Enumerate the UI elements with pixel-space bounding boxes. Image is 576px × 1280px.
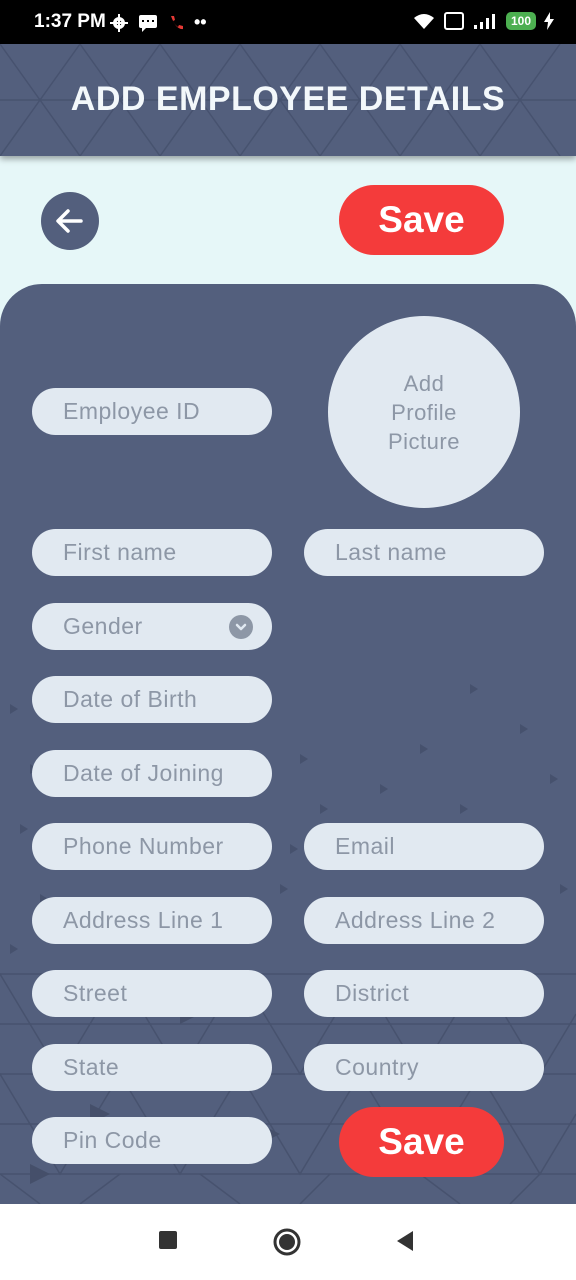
email-field[interactable]: Email <box>304 823 544 870</box>
app-header: ADD EMPLOYEE DETAILS <box>0 44 576 156</box>
status-right-icons: 100 <box>412 12 554 30</box>
pin-code-field[interactable]: Pin Code <box>32 1117 272 1164</box>
wifi-icon <box>413 14 434 29</box>
avatar-label-line2: Profile <box>391 399 457 425</box>
volte-icon <box>443 12 464 30</box>
home-icon[interactable] <box>273 1228 301 1256</box>
battery-icon: 100 <box>505 12 536 30</box>
status-bar: 1:37 PM •• 100 <box>0 0 576 44</box>
more-notifications-icon: •• <box>194 12 207 32</box>
arrow-left-icon <box>56 209 83 233</box>
status-left-icons: •• <box>110 12 207 33</box>
save-button-bottom[interactable]: Save <box>339 1107 504 1177</box>
avatar-label-line3: Picture <box>388 428 460 454</box>
status-time: 1:37 PM <box>34 11 106 32</box>
gender-select[interactable]: Gender <box>32 603 272 650</box>
date-of-birth-field[interactable]: Date of Birth <box>32 676 272 723</box>
first-name-field[interactable]: First name <box>32 529 272 576</box>
page-title: ADD EMPLOYEE DETAILS <box>70 80 506 118</box>
charging-icon <box>544 12 554 30</box>
missed-call-icon <box>171 15 183 29</box>
back-button[interactable] <box>41 192 99 250</box>
district-field[interactable]: District <box>304 970 544 1017</box>
settings-icon <box>110 13 128 32</box>
save-button-top[interactable]: Save <box>339 185 504 255</box>
street-field[interactable]: Street <box>32 970 272 1017</box>
state-field[interactable]: State <box>32 1044 272 1091</box>
recents-icon[interactable] <box>158 1230 178 1250</box>
add-profile-picture[interactable]: Add Profile Picture <box>328 316 520 508</box>
back-nav-icon[interactable] <box>395 1230 415 1252</box>
signal-icon <box>473 14 495 29</box>
employee-id-field[interactable]: Employee ID <box>32 388 272 435</box>
address-line2-field[interactable]: Address Line 2 <box>304 897 544 944</box>
system-nav-bar <box>0 1204 576 1280</box>
country-field[interactable]: Country <box>304 1044 544 1091</box>
last-name-field[interactable]: Last name <box>304 529 544 576</box>
chevron-down-icon <box>229 615 253 639</box>
date-of-joining-field[interactable]: Date of Joining <box>32 750 272 797</box>
gender-label: Gender <box>63 613 143 639</box>
phone-number-field[interactable]: Phone Number <box>32 823 272 870</box>
avatar-label-line1: Add <box>403 370 445 396</box>
message-icon <box>139 14 157 32</box>
address-line1-field[interactable]: Address Line 1 <box>32 897 272 944</box>
